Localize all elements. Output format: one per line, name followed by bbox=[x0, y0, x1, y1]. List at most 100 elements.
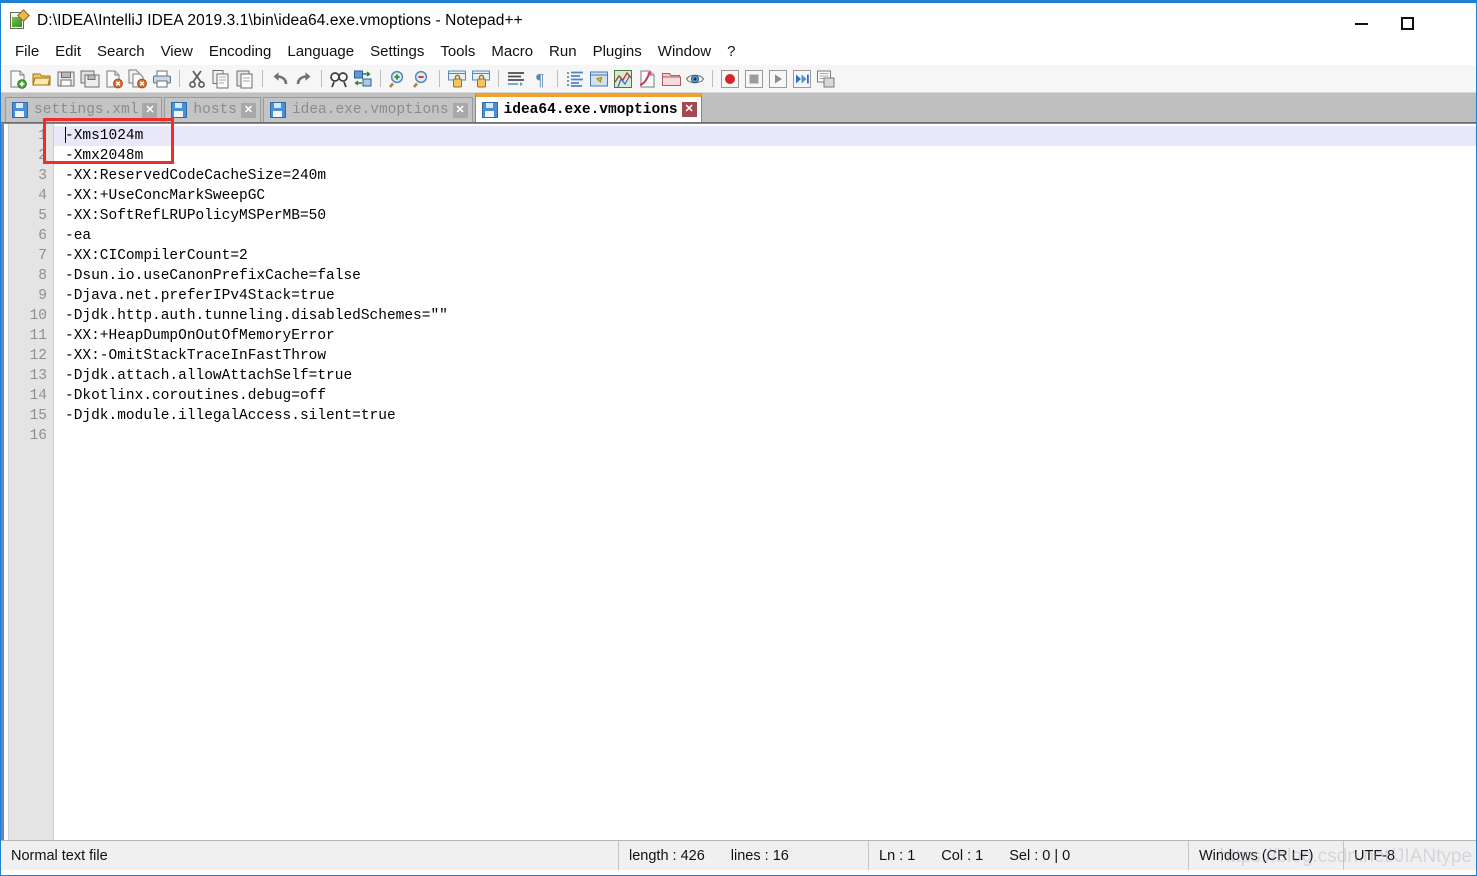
toolbar-separator bbox=[262, 70, 263, 87]
editor-area[interactable]: 1 2 3 4 5 6 7 8 9 10 11 12 13 14 15 16 -… bbox=[1, 123, 1476, 840]
paste-icon[interactable] bbox=[233, 67, 257, 91]
tab-label: idea64.exe.vmoptions bbox=[503, 101, 678, 118]
code-line[interactable]: -XX:CICompilerCount=2 bbox=[54, 246, 1476, 266]
code-line[interactable]: -XX:-OmitStackTraceInFastThrow bbox=[54, 346, 1476, 366]
menu-macro[interactable]: Macro bbox=[483, 40, 541, 64]
undo-icon[interactable] bbox=[268, 67, 292, 91]
code-line[interactable]: -Dsun.io.useCanonPrefixCache=false bbox=[54, 266, 1476, 286]
new-file-icon[interactable] bbox=[6, 67, 30, 91]
menu-edit[interactable]: Edit bbox=[47, 40, 89, 64]
start-record-macro-icon[interactable] bbox=[718, 67, 742, 91]
play-macro-icon[interactable] bbox=[766, 67, 790, 91]
cut-icon[interactable] bbox=[185, 67, 209, 91]
toolbar: ¶ bbox=[1, 65, 1476, 93]
function-list-icon[interactable] bbox=[635, 67, 659, 91]
code-line[interactable]: -Djava.net.preferIPv4Stack=true bbox=[54, 286, 1476, 306]
line-number: 3 bbox=[38, 168, 47, 184]
close-all-icon[interactable] bbox=[126, 67, 150, 91]
menu-settings[interactable]: Settings bbox=[362, 40, 432, 64]
svg-text:¶: ¶ bbox=[536, 70, 544, 89]
code-line[interactable] bbox=[54, 426, 1476, 446]
tab-close-icon[interactable]: ✕ bbox=[681, 102, 697, 117]
menu-run[interactable]: Run bbox=[541, 40, 585, 64]
status-lines: lines : 16 bbox=[730, 847, 789, 864]
user-defined-language-icon[interactable] bbox=[587, 67, 611, 91]
save-icon[interactable] bbox=[54, 67, 78, 91]
word-wrap-icon[interactable] bbox=[504, 67, 528, 91]
print-icon[interactable] bbox=[150, 67, 174, 91]
code-line[interactable]: -Xms1024m bbox=[54, 126, 1476, 146]
zoom-in-icon[interactable] bbox=[386, 67, 410, 91]
menu-language[interactable]: Language bbox=[279, 40, 362, 64]
close-file-icon[interactable] bbox=[102, 67, 126, 91]
sync-vertical-scroll-icon[interactable] bbox=[445, 67, 469, 91]
tab-close-icon[interactable]: ✕ bbox=[452, 102, 468, 118]
maximize-button[interactable] bbox=[1384, 6, 1430, 41]
folder-as-workspace-icon[interactable] bbox=[659, 67, 683, 91]
line-number-gutter: 1 2 3 4 5 6 7 8 9 10 11 12 13 14 15 16 bbox=[9, 124, 54, 840]
status-eol-format[interactable]: Windows (CR LF) bbox=[1189, 841, 1344, 870]
title-bar: D:\IDEA\IntelliJ IDEA 2019.3.1\bin\idea6… bbox=[1, 0, 1476, 38]
line-number: 2 bbox=[38, 148, 47, 164]
document-map-icon[interactable] bbox=[611, 67, 635, 91]
toolbar-separator bbox=[439, 70, 440, 87]
window-title: D:\IDEA\IntelliJ IDEA 2019.3.1\bin\idea6… bbox=[37, 11, 523, 29]
notepad-plus-plus-window: D:\IDEA\IntelliJ IDEA 2019.3.1\bin\idea6… bbox=[0, 0, 1477, 876]
code-text-area[interactable]: -Xms1024m -Xmx2048m -XX:ReservedCodeCach… bbox=[54, 124, 1476, 840]
menu-tools[interactable]: Tools bbox=[432, 40, 483, 64]
toolbar-separator bbox=[557, 70, 558, 87]
menu-encoding[interactable]: Encoding bbox=[201, 40, 280, 64]
code-line[interactable]: -Djdk.attach.allowAttachSelf=true bbox=[54, 366, 1476, 386]
zoom-out-icon[interactable] bbox=[410, 67, 434, 91]
code-line[interactable]: -Dkotlinx.coroutines.debug=off bbox=[54, 386, 1476, 406]
tab-close-icon[interactable]: ✕ bbox=[142, 102, 158, 118]
tab-close-icon[interactable]: ✕ bbox=[240, 102, 256, 118]
tab-label: hosts bbox=[193, 102, 237, 118]
sync-horizontal-scroll-icon[interactable] bbox=[469, 67, 493, 91]
menu-plugins[interactable]: Plugins bbox=[585, 40, 650, 64]
stop-record-macro-icon[interactable] bbox=[742, 67, 766, 91]
redo-icon[interactable] bbox=[292, 67, 316, 91]
menu-file[interactable]: File bbox=[7, 40, 47, 64]
line-number: 12 bbox=[29, 348, 47, 364]
indent-guide-icon[interactable] bbox=[563, 67, 587, 91]
run-macro-multiple-icon[interactable] bbox=[790, 67, 814, 91]
close-button[interactable] bbox=[1430, 6, 1476, 41]
notepad-plus-plus-icon bbox=[9, 8, 30, 31]
menu-view[interactable]: View bbox=[153, 40, 201, 64]
menu-window[interactable]: Window bbox=[650, 40, 719, 64]
status-encoding[interactable]: UTF-8 bbox=[1344, 841, 1476, 870]
toolbar-separator bbox=[179, 70, 180, 87]
save-macro-icon[interactable] bbox=[814, 67, 838, 91]
open-file-icon[interactable] bbox=[30, 67, 54, 91]
tab-idea-exe-vmoptions[interactable]: idea.exe.vmoptions ✕ bbox=[262, 97, 473, 122]
status-length: length : 426 bbox=[629, 847, 705, 864]
show-all-characters-icon[interactable]: ¶ bbox=[528, 67, 552, 91]
code-line[interactable]: -ea bbox=[54, 226, 1476, 246]
menu-help[interactable]: ? bbox=[719, 40, 743, 64]
line-number: 11 bbox=[29, 328, 47, 344]
find-icon[interactable] bbox=[327, 67, 351, 91]
save-all-icon[interactable] bbox=[78, 67, 102, 91]
status-bar: Normal text file length : 426 lines : 16… bbox=[1, 840, 1476, 870]
code-line[interactable]: -XX:+HeapDumpOnOutOfMemoryError bbox=[54, 326, 1476, 346]
status-sel: Sel : 0 | 0 bbox=[1009, 847, 1071, 864]
status-file-type: Normal text file bbox=[1, 841, 619, 870]
text-caret bbox=[65, 127, 66, 143]
code-line[interactable]: -XX:ReservedCodeCacheSize=240m bbox=[54, 166, 1476, 186]
code-line[interactable]: -XX:SoftRefLRUPolicyMSPerMB=50 bbox=[54, 206, 1476, 226]
tab-label: settings.xml bbox=[34, 102, 139, 118]
tab-hosts[interactable]: hosts ✕ bbox=[164, 97, 261, 122]
replace-icon[interactable] bbox=[351, 67, 375, 91]
code-line[interactable]: -Xmx2048m bbox=[54, 146, 1476, 166]
menu-search[interactable]: Search bbox=[89, 40, 153, 64]
status-ln: Ln : 1 bbox=[879, 847, 916, 864]
code-line[interactable]: -Djdk.module.illegalAccess.silent=true bbox=[54, 406, 1476, 426]
code-line[interactable]: -XX:+UseConcMarkSweepGC bbox=[54, 186, 1476, 206]
tab-settings-xml[interactable]: settings.xml ✕ bbox=[5, 97, 163, 122]
tab-idea64-exe-vmoptions[interactable]: idea64.exe.vmoptions ✕ bbox=[474, 93, 702, 122]
code-line[interactable]: -Djdk.http.auth.tunneling.disabledScheme… bbox=[54, 306, 1476, 326]
copy-icon[interactable] bbox=[209, 67, 233, 91]
monitoring-icon[interactable] bbox=[683, 67, 707, 91]
minimize-button[interactable] bbox=[1338, 6, 1384, 41]
